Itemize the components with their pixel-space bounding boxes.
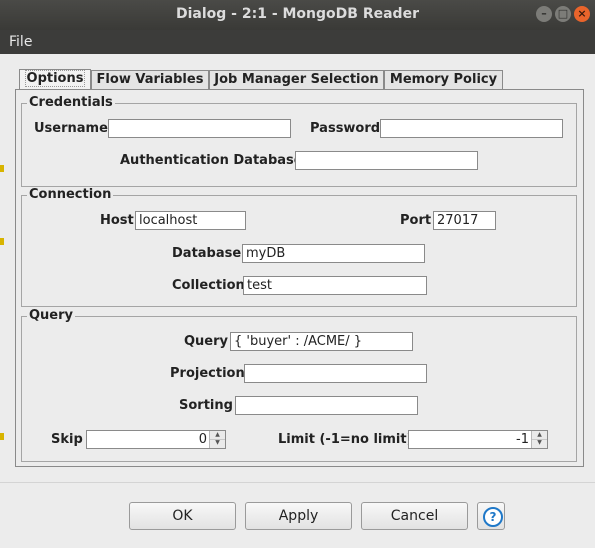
gutter-marker bbox=[0, 165, 4, 172]
minimize-icon[interactable]: – bbox=[536, 6, 552, 22]
cancel-button[interactable]: Cancel bbox=[361, 502, 468, 530]
apply-button[interactable]: Apply bbox=[245, 502, 352, 530]
skip-label: Skip bbox=[51, 432, 83, 447]
skip-value: 0 bbox=[198, 432, 207, 447]
query-field[interactable]: { 'buyer' : /ACME/ } bbox=[230, 332, 413, 351]
gutter-marker bbox=[0, 238, 4, 245]
help-icon: ? bbox=[483, 507, 503, 527]
close-icon[interactable]: × bbox=[574, 6, 590, 22]
password-field[interactable] bbox=[380, 119, 563, 138]
tab-job-manager-selection[interactable]: Job Manager Selection bbox=[209, 70, 384, 89]
tab-label: Memory Policy bbox=[389, 72, 498, 87]
username-field[interactable] bbox=[108, 119, 291, 138]
ok-button[interactable]: OK bbox=[129, 502, 236, 530]
skip-spinner[interactable]: 0 ▲ ▼ bbox=[86, 430, 226, 449]
options-panel: Credentials Username Password Authentica… bbox=[15, 89, 584, 467]
port-label: Port bbox=[400, 213, 432, 228]
username-label: Username bbox=[34, 121, 108, 136]
tab-options[interactable]: Options bbox=[19, 69, 91, 90]
gutter-marker bbox=[0, 433, 4, 440]
projection-label: Projection bbox=[170, 366, 245, 381]
limit-value: -1 bbox=[516, 432, 529, 447]
button-separator bbox=[0, 482, 595, 483]
sorting-label: Sorting bbox=[179, 398, 233, 413]
database-field[interactable]: myDB bbox=[242, 244, 425, 263]
host-field[interactable]: localhost bbox=[135, 211, 246, 230]
projection-field[interactable] bbox=[244, 364, 427, 383]
auth-database-field[interactable] bbox=[295, 151, 478, 170]
credentials-group: Credentials Username Password Authentica… bbox=[21, 95, 577, 187]
query-legend: Query bbox=[27, 308, 76, 323]
auth-database-label: Authentication Database bbox=[120, 153, 303, 168]
menu-file[interactable]: File bbox=[9, 34, 32, 50]
query-group: Query Query { 'buyer' : /ACME/ } Project… bbox=[21, 308, 577, 462]
help-button[interactable]: ? bbox=[477, 502, 505, 530]
limit-spinner[interactable]: -1 ▲ ▼ bbox=[408, 430, 548, 449]
limit-stepper[interactable]: ▲ ▼ bbox=[531, 431, 547, 448]
tab-label: Options bbox=[24, 70, 86, 87]
connection-group: Connection Host localhost Port 27017 Dat… bbox=[21, 187, 577, 307]
tab-memory-policy[interactable]: Memory Policy bbox=[384, 70, 503, 89]
window-titlebar[interactable]: Dialog - 2:1 - MongoDB Reader – □ × bbox=[0, 0, 595, 31]
host-label: Host bbox=[100, 213, 134, 228]
spinner-down-icon[interactable]: ▼ bbox=[532, 439, 547, 447]
menu-bar: File bbox=[0, 30, 595, 54]
skip-stepper[interactable]: ▲ ▼ bbox=[209, 431, 225, 448]
collection-label: Collection bbox=[172, 278, 245, 293]
database-label: Database bbox=[172, 246, 242, 261]
tab-label: Job Manager Selection bbox=[214, 72, 379, 87]
sorting-field[interactable] bbox=[235, 396, 418, 415]
connection-legend: Connection bbox=[27, 187, 114, 202]
collection-field[interactable]: test bbox=[243, 276, 427, 295]
credentials-legend: Credentials bbox=[27, 95, 115, 110]
password-label: Password bbox=[310, 121, 381, 136]
tab-flow-variables[interactable]: Flow Variables bbox=[91, 70, 209, 89]
tab-label: Flow Variables bbox=[96, 72, 204, 87]
query-label: Query bbox=[184, 334, 229, 349]
spinner-down-icon[interactable]: ▼ bbox=[210, 439, 225, 447]
window-title: Dialog - 2:1 - MongoDB Reader bbox=[176, 6, 419, 22]
port-field[interactable]: 27017 bbox=[433, 211, 496, 230]
limit-label: Limit (-1=no limit) bbox=[278, 432, 413, 447]
maximize-icon[interactable]: □ bbox=[555, 6, 571, 22]
